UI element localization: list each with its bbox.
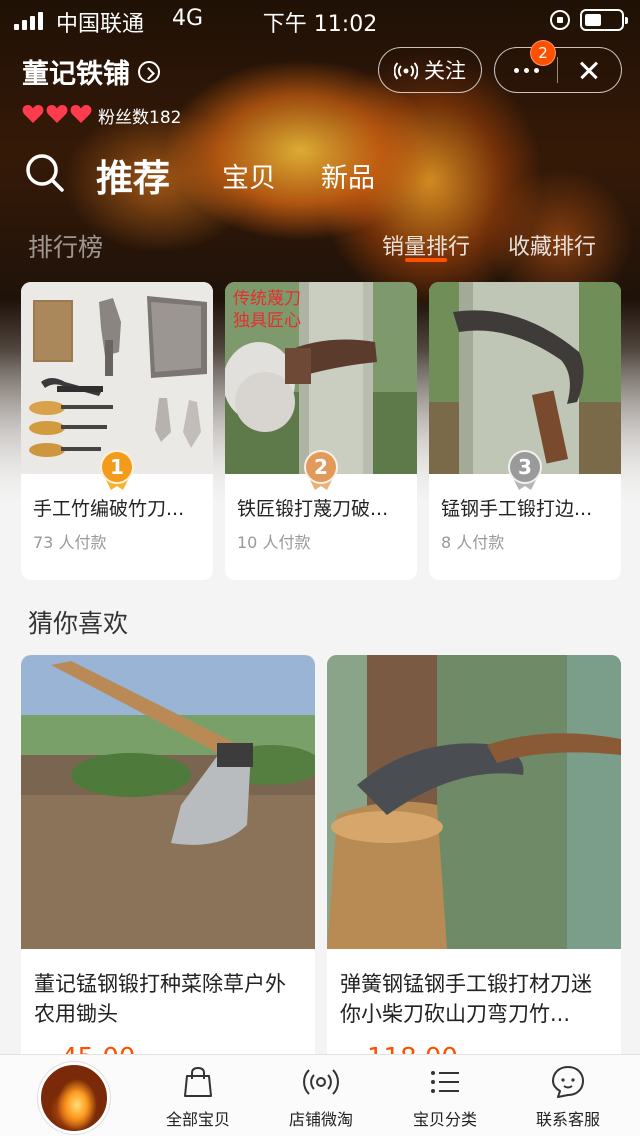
ranking-card[interactable]: 3 锰钢手工锻打边... 8 人付款 [429, 282, 621, 580]
tab-micro[interactable]: 店铺微淘 [266, 1064, 376, 1130]
chat-face-icon [552, 1066, 584, 1098]
rank-medal-silver: 3 [506, 450, 544, 490]
tab-label: 店铺微淘 [288, 1110, 353, 1129]
sales-count: 10 人付款 [237, 533, 311, 552]
heart-icon [70, 104, 92, 124]
clock: 下午 11:02 [262, 12, 378, 37]
active-tab-indicator [405, 258, 447, 262]
broadcast-icon [303, 1069, 339, 1095]
sales-count: 8 人付款 [441, 533, 505, 552]
rank-medal-bronze: 2 [302, 450, 340, 490]
tab-favorites-ranking[interactable]: 收藏排行 [508, 229, 596, 261]
shop-name-link[interactable]: 董记铁铺 [22, 52, 160, 91]
tab-categories[interactable]: 宝贝分类 [390, 1064, 500, 1130]
product-image [21, 655, 315, 949]
notification-badge: 2 [530, 40, 556, 66]
chevron-right-icon [138, 60, 160, 83]
ranking-title: 排行榜 [28, 233, 104, 262]
product-title: 董记锰钢锻打种菜除草户外农用锄头 [34, 972, 286, 1026]
tab-customer-service[interactable]: 联系客服 [513, 1064, 623, 1130]
product-image [21, 282, 213, 474]
broadcast-icon [394, 62, 418, 80]
product-image-overlay-text: 传统蔑刀 独具匠心 [233, 289, 301, 331]
shop-rating-hearts [22, 104, 92, 124]
follow-label: 关注 [424, 59, 466, 83]
product-image [327, 655, 621, 949]
ranking-card[interactable]: 传统蔑刀 独具匠心 2 铁匠锻打蔑刀破... 10 人付款 [225, 282, 417, 580]
product-title: 弹簧钢锰钢手工锻打材刀迷你小柴刀砍山刀弯刀竹... [340, 972, 592, 1026]
search-button[interactable] [24, 152, 66, 194]
guess-you-like-title: 猜你喜欢 [28, 609, 129, 638]
tab-label: 联系客服 [535, 1110, 600, 1129]
store-avatar[interactable] [38, 1062, 110, 1134]
rank-medal-gold: 1 [98, 450, 136, 490]
sales-count: 73 人付款 [33, 533, 107, 552]
rotation-lock-icon [550, 10, 570, 30]
tab-label: 全部宝贝 [165, 1110, 230, 1129]
fans-count: 粉丝数182 [98, 108, 182, 128]
feed-product-card[interactable]: 弹簧钢锰钢手工锻打材刀迷你小柴刀砍山刀弯刀竹... 118.00 [327, 655, 621, 1075]
heart-icon [22, 104, 44, 124]
tab-recommend[interactable]: 推荐 [96, 148, 170, 202]
product-title: 手工竹编破竹刀... [33, 498, 185, 520]
tab-new[interactable]: 新品 [321, 156, 375, 195]
heart-icon [46, 104, 68, 124]
shopping-bag-icon [184, 1066, 212, 1097]
list-icon [431, 1071, 459, 1093]
tab-sales-ranking[interactable]: 销量排行 [382, 229, 470, 261]
tab-items[interactable]: 宝贝 [222, 156, 276, 195]
product-title: 锰钢手工锻打边... [441, 498, 593, 520]
close-button[interactable] [558, 48, 620, 92]
feed-product-card[interactable]: 董记锰钢锻打种菜除草户外农用锄头 45.00 [21, 655, 315, 1075]
follow-button[interactable]: 关注 [378, 47, 482, 93]
battery-icon [580, 9, 628, 31]
product-image [429, 282, 621, 474]
status-bar: 中国联通 4G 下午 11:02 [0, 0, 640, 40]
product-image: 传统蔑刀 独具匠心 [225, 282, 417, 474]
tab-label: 宝贝分类 [412, 1110, 477, 1129]
tab-all-items[interactable]: 全部宝贝 [143, 1064, 253, 1130]
mini-program-capsule [494, 47, 622, 93]
ranking-card[interactable]: 1 手工竹编破竹刀... 73 人付款 [21, 282, 213, 580]
search-icon [26, 154, 64, 192]
product-title: 铁匠锻打蔑刀破... [237, 498, 389, 520]
shop-name: 董记铁铺 [22, 59, 130, 90]
